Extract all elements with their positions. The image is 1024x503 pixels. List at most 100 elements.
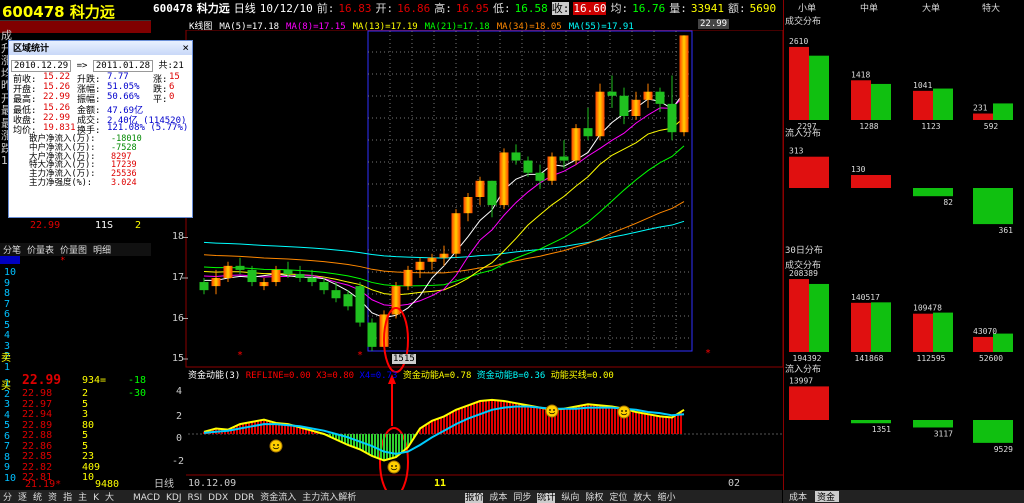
- bottom-left-tab[interactable]: K: [93, 493, 99, 503]
- column-header: 特大: [982, 2, 1000, 14]
- tab-jialiangbiao[interactable]: 价量表: [27, 246, 54, 256]
- indicator-tab[interactable]: KDJ: [166, 493, 182, 503]
- indicator-axis-label: 4: [176, 386, 183, 397]
- bottom-toolbar: 分逐统资指主 K 大 MACD KDJ RSI DDX DDR 资金流入 主力流入解析 报价 成本 同步…: [0, 490, 782, 503]
- candle-body: [583, 128, 593, 137]
- region-stats-dialog[interactable]: 区域统计 × 2010.12.29 => 2011.01.28 共:21 前收:…: [8, 40, 193, 218]
- section-label: 成交分布: [785, 15, 821, 27]
- toolbar-button[interactable]: 报价: [465, 493, 484, 503]
- candle-body: [523, 160, 533, 173]
- toolbar-button[interactable]: 除权: [585, 493, 603, 503]
- candle-body: [367, 322, 377, 347]
- end-date-field[interactable]: 2011.01.28: [92, 60, 154, 72]
- period-button[interactable]: 日线: [154, 475, 174, 490]
- buy-value: 1041: [913, 81, 932, 90]
- stock-code-name: 600478 科力远: [2, 3, 115, 21]
- date-label: 11: [434, 478, 447, 489]
- bottom-left-tab[interactable]: 逐: [18, 493, 27, 503]
- inflow-bar: [789, 156, 829, 188]
- bottom-left-tab[interactable]: 资: [48, 493, 57, 503]
- tick-marker: *: [60, 256, 66, 266]
- toolbar-button[interactable]: 定位: [609, 493, 627, 503]
- indicator-tab[interactable]: 资金流入: [260, 493, 296, 503]
- indicator-tab[interactable]: MACD: [133, 493, 160, 503]
- buy-bar: [913, 313, 933, 352]
- smiley-icon: [387, 460, 401, 474]
- buy-value: 1418: [851, 70, 870, 79]
- tick-row: 22.98 2 -30: [22, 388, 147, 399]
- buy-value: 231: [973, 104, 988, 113]
- star-marker: *: [237, 350, 243, 361]
- candle-body: [559, 156, 569, 161]
- indicator-axis-label: 0: [176, 433, 183, 444]
- toolbar-button[interactable]: 同步: [513, 493, 531, 503]
- indicator-tab[interactable]: RSI: [188, 493, 203, 503]
- buy-value: 109478: [913, 304, 942, 313]
- price-chart[interactable]: * * *: [152, 30, 783, 490]
- candle-body: [535, 172, 545, 181]
- sell-value: 1288: [859, 122, 878, 131]
- candle-body: [403, 269, 413, 287]
- candle-body: [271, 269, 281, 283]
- sell-bar: [809, 283, 829, 352]
- star-marker: *: [357, 350, 363, 361]
- outflow-value: 3117: [934, 429, 953, 438]
- indicator-tab[interactable]: 主力流入解析: [302, 493, 356, 503]
- candle-body: [259, 282, 269, 287]
- sell-value: 194392: [793, 354, 822, 363]
- depth-index: 8: [4, 288, 11, 299]
- start-date-field[interactable]: 2010.12.29: [11, 60, 72, 72]
- sell-value: 141868: [855, 354, 884, 363]
- outflow-value: 82: [943, 198, 953, 207]
- bottom-left-tab[interactable]: 指: [63, 493, 72, 503]
- tick-tabs: 分笔 价量表 价量图 明细: [0, 243, 151, 256]
- candle-body: [439, 253, 449, 258]
- inflow-value: 13997: [789, 376, 813, 385]
- tab-jialiangtu[interactable]: 价量图: [60, 246, 87, 256]
- candle-body: [679, 35, 689, 133]
- bottom-left-tab[interactable]: 大: [105, 493, 114, 503]
- indicator-tab[interactable]: DDR: [234, 493, 254, 503]
- dialog-title: 区域统计: [9, 41, 192, 55]
- section-label: 30日分布: [785, 244, 823, 256]
- candle-body: [595, 91, 605, 137]
- toolbar-button[interactable]: 放大: [633, 493, 651, 503]
- sell-value: 52600: [979, 354, 1003, 363]
- candle-body: [247, 269, 257, 283]
- left-header: 600478 科力远: [0, 0, 151, 21]
- tab-fenbi[interactable]: 分笔: [3, 246, 21, 256]
- buy-bar: [851, 80, 871, 120]
- flow-row: 主力净强度(%): 3.024: [29, 177, 137, 188]
- close-icon[interactable]: ×: [182, 41, 189, 54]
- outflow-bar: [973, 188, 1013, 225]
- indicator-tab[interactable]: DDX: [208, 493, 228, 503]
- bottom-left-tab[interactable]: 统: [33, 493, 42, 503]
- candle-body: [415, 261, 425, 270]
- price-axis-label: 15: [172, 353, 185, 364]
- toolbar-button[interactable]: 统计: [537, 493, 556, 503]
- toolbar-button[interactable]: 纵向: [561, 493, 579, 503]
- toolbar-button[interactable]: 缩小: [657, 493, 675, 503]
- toolbar-button[interactable]: 成本: [489, 493, 507, 503]
- candle-body: [571, 128, 581, 161]
- tab-mingxi[interactable]: 明细: [93, 246, 111, 256]
- tick-list: 22.99 934= -18 22.98 2 -30 22.97 5 22.94 3 22.89 80…: [20, 374, 151, 484]
- sell-bar: [871, 302, 891, 352]
- tick-row: 22.94 3: [22, 409, 89, 420]
- candle-body: [487, 180, 497, 206]
- candle-body: [547, 156, 557, 181]
- candle-body: [499, 152, 509, 206]
- column-header: 大单: [922, 2, 940, 14]
- left-header-bar: [0, 21, 151, 33]
- sell-bar: [993, 333, 1013, 352]
- inflow-bar: [789, 386, 829, 420]
- buy-bar: [851, 302, 871, 352]
- candle-body: [643, 91, 653, 100]
- smiley-icon: [545, 404, 559, 418]
- bottom-left-tab[interactable]: 分: [3, 493, 12, 503]
- candle-body: [511, 152, 521, 161]
- inflow-value: 130: [851, 165, 866, 174]
- candle-body: [319, 282, 329, 291]
- bottom-left-tab[interactable]: 主: [78, 493, 87, 503]
- candle-body: [223, 265, 233, 278]
